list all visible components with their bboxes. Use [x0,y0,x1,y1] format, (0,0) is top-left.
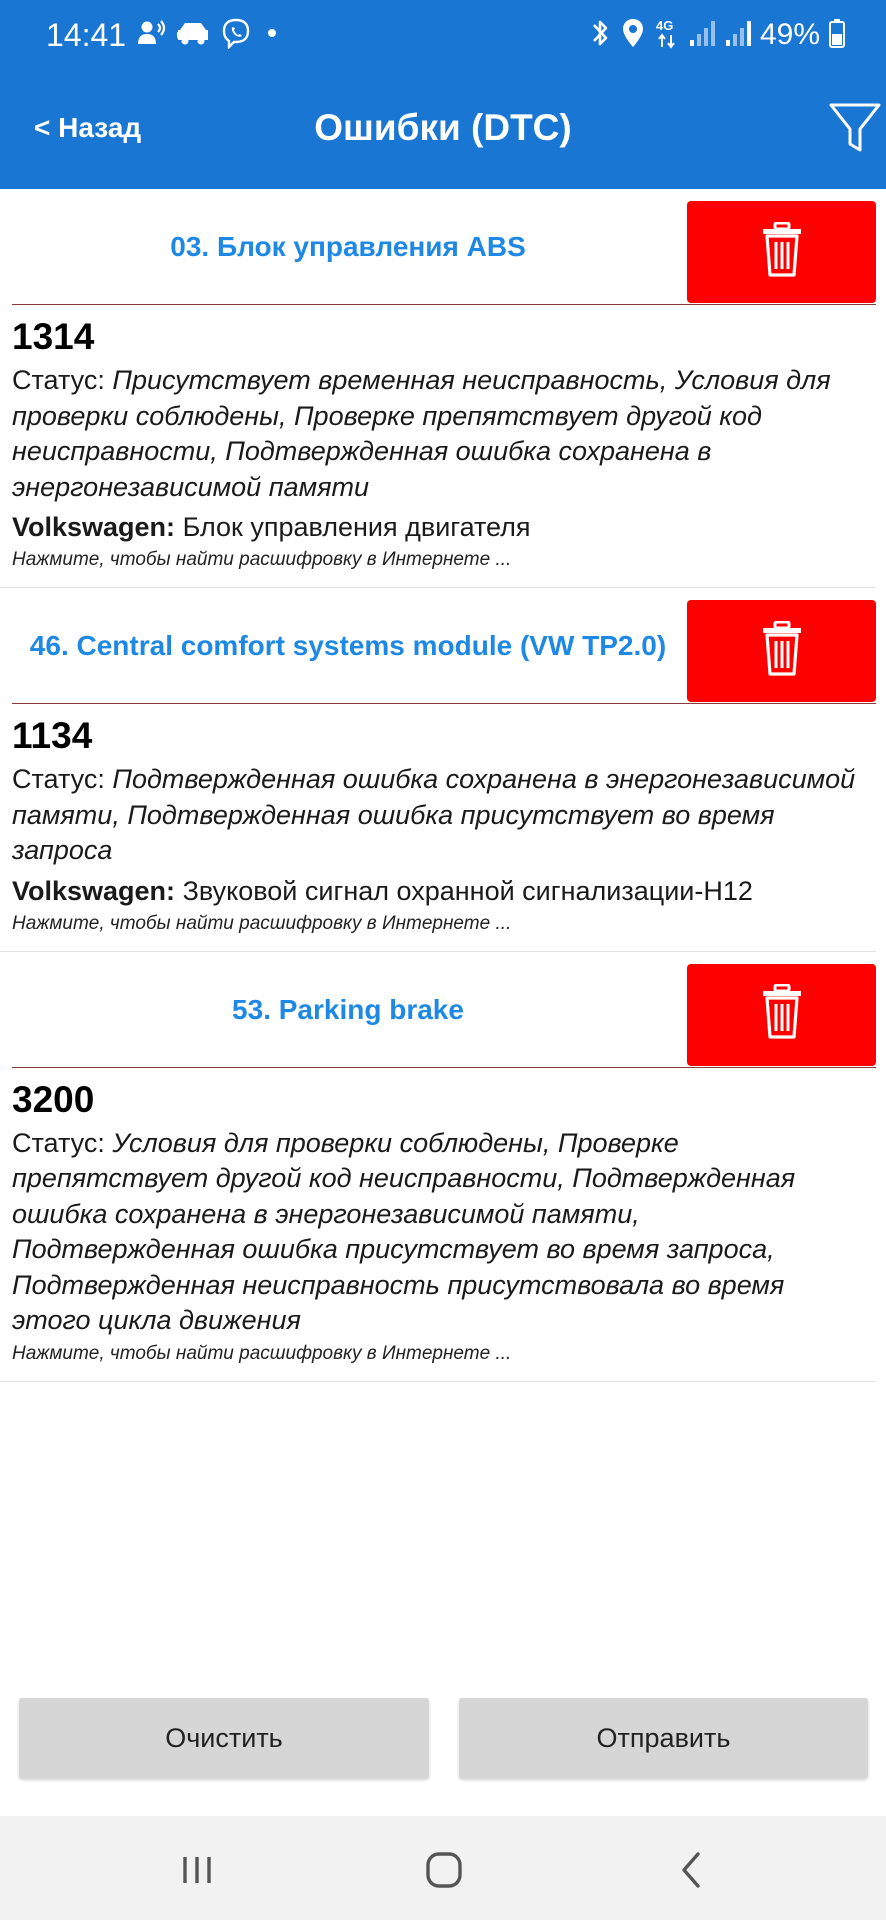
module-header: 46. Central comfort systems module (VW T… [0,588,886,704]
notification-icons [136,18,282,52]
page-title: Ошибки (DTC) [314,107,572,148]
module-title[interactable]: 03. Блок управления ABS [12,201,684,293]
description-text: Блок управления двигателя [182,512,531,542]
fault-item[interactable]: 1134 Статус: Подтвержденная ошибка сохра… [0,704,876,952]
module-section: 53. Parking brake 3200 Статус: Условия д… [0,952,886,1382]
module-section: 03. Блок управления ABS 1314 Статус: При… [0,189,886,588]
module-title[interactable]: 46. Central comfort systems module (VW T… [12,600,684,692]
dot-icon [262,18,282,53]
fault-item[interactable]: 3200 Статус: Условия для проверки соблюд… [0,1068,876,1382]
fault-code: 3200 [12,1078,95,1120]
trash-icon [761,983,803,1045]
description-text: Звуковой сигнал охранной сигнализации-H1… [182,875,753,906]
fault-code: 1134 [12,715,93,756]
module-section: 46. Central comfort systems module (VW T… [0,588,886,952]
battery-icon [828,16,846,55]
fault-item[interactable]: 1314 Статус: Присутствует временная неис… [0,305,876,588]
clear-button[interactable]: Очистить [19,1698,429,1778]
divider [12,304,876,305]
fault-status: Статус: Присутствует временная неисправн… [12,363,864,505]
fault-status: Статус: Условия для проверки соблюдены, … [12,1126,864,1339]
delete-button[interactable] [687,963,876,1066]
module-title[interactable]: 53. Parking brake [12,964,684,1056]
search-hint[interactable]: Нажмите, чтобы найти расшифровку в Интер… [12,911,864,937]
search-hint[interactable]: Нажмите, чтобы найти расшифровку в Интер… [12,547,864,573]
viber-icon [220,17,252,54]
brand-label: Volkswagen: [12,875,176,906]
divider [12,703,876,704]
status-value: Подтвержденная ошибка сохранена в энерго… [12,764,856,865]
status-value: Условия для проверки соблюдены, Проверке… [12,1127,796,1336]
delete-button[interactable] [687,600,876,702]
action-bar: Очистить Отправить [0,1698,886,1778]
divider [12,1066,876,1068]
fault-description: Volkswagen: Блок управления двигателя [12,509,864,545]
filter-icon[interactable] [828,100,882,158]
svg-text:4G: 4G [656,18,673,33]
battery-percent: 49% [759,18,820,51]
fault-status: Статус: Подтвержденная ошибка сохранена … [12,762,864,869]
4g-icon: 4G [654,16,680,55]
search-hint[interactable]: Нажмите, чтобы найти расшифровку в Интер… [12,1341,864,1367]
delete-button[interactable] [687,201,876,303]
send-button[interactable]: Отправить [459,1698,868,1778]
location-icon [620,16,646,55]
status-label: Статус: [12,365,105,395]
recents-icon[interactable] [175,1848,219,1892]
module-header: 03. Блок управления ABS [0,189,886,305]
system-status-icons: 4G 49% [588,16,846,54]
call-notification-icon [136,18,166,53]
signal-icon [688,16,716,55]
bluetooth-icon [588,16,612,55]
module-header: 53. Parking brake [0,952,886,1068]
app-header: < Назад Ошибки (DTC) [0,70,886,189]
trash-icon [761,221,803,283]
status-label: Статус: [12,1127,105,1158]
home-icon[interactable] [422,1848,466,1892]
dtc-list: 03. Блок управления ABS 1314 Статус: При… [0,189,886,1382]
fault-code: 1314 [12,316,95,357]
status-time: 14:41 [46,17,127,53]
system-nav-bar [0,1816,886,1920]
status-value: Присутствует временная неисправность, Ус… [12,365,831,502]
status-label: Статус: [12,764,105,794]
trash-icon [761,620,803,682]
brand-label: Volkswagen: [12,512,176,542]
app-header-background: 14:41 4G 49% < Назад Ошибки (DTC) [0,0,886,189]
status-bar: 14:41 4G 49% [0,0,886,70]
car-icon [176,18,210,53]
back-icon[interactable] [670,1848,714,1892]
fault-description: Volkswagen: Звуковой сигнал охранной сиг… [12,873,864,909]
signal-icon [724,16,752,55]
